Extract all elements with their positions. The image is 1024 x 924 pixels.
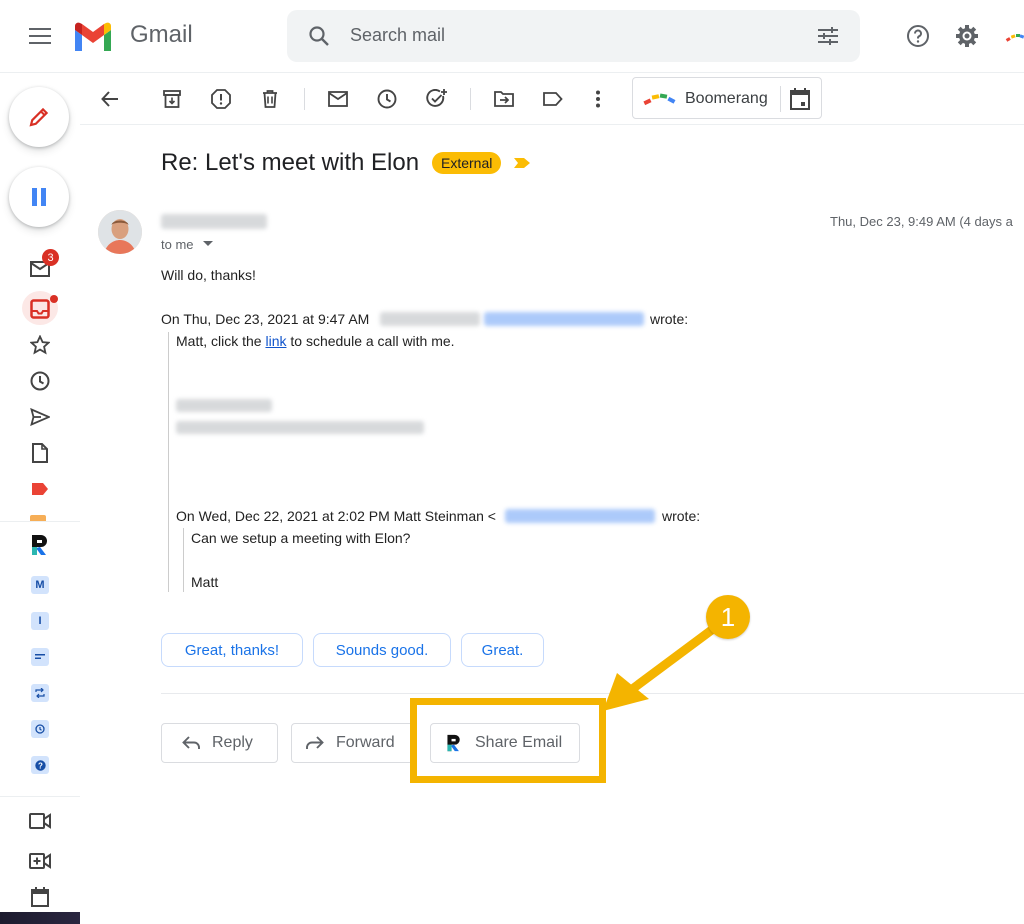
settings-icon[interactable] xyxy=(955,24,979,48)
clock-icon[interactable] xyxy=(28,369,52,393)
sidebar-divider-2 xyxy=(0,796,80,797)
toolbar-separator xyxy=(304,88,305,110)
archive-icon[interactable] xyxy=(160,87,184,111)
external-badge: External xyxy=(432,152,502,174)
smart-reply-great[interactable]: Great. xyxy=(461,633,544,667)
add-to-tasks-icon[interactable] xyxy=(425,87,449,111)
nested-quote-header-end: wrote: xyxy=(662,508,701,524)
reply-button[interactable]: Reply xyxy=(161,723,278,763)
extension-m-icon[interactable]: M xyxy=(31,576,49,594)
delete-icon[interactable] xyxy=(258,87,282,111)
extension-help-icon[interactable]: ? xyxy=(31,756,49,774)
quote-header-start: On Thu, Dec 23, 2021 at 9:47 AM xyxy=(161,311,370,327)
help-icon[interactable] xyxy=(906,24,930,48)
more-icon[interactable] xyxy=(586,87,610,111)
back-icon[interactable] xyxy=(98,87,122,111)
svg-text:?: ? xyxy=(38,761,43,770)
nested-email-redacted xyxy=(505,509,655,523)
inbox-icon xyxy=(28,297,52,321)
compose-button[interactable] xyxy=(9,87,69,147)
boomerang-label: Boomerang xyxy=(685,90,768,107)
draft-file-icon[interactable] xyxy=(28,441,52,465)
pencil-icon xyxy=(27,105,51,129)
quoted-email-redacted xyxy=(484,312,644,326)
boomerang-logo-icon xyxy=(643,88,677,108)
boomerang-separator xyxy=(780,86,781,112)
quote-border xyxy=(168,332,169,592)
forward-button[interactable]: Forward xyxy=(291,723,414,763)
message-date: Thu, Dec 23, 9:49 AM (4 days a xyxy=(830,214,1013,229)
smart-reply-great-thanks[interactable]: Great, thanks! xyxy=(161,633,303,667)
reply-icon xyxy=(182,736,202,750)
recipient-details[interactable]: to me xyxy=(161,237,194,252)
signature-name-redacted xyxy=(176,399,272,412)
share-email-extension-icon[interactable] xyxy=(28,533,52,557)
message-body: Will do, thanks! xyxy=(161,267,256,283)
smart-reply-sounds-good[interactable]: Sounds good. xyxy=(313,633,451,667)
labels-icon[interactable] xyxy=(541,87,565,111)
toolbar-separator-2 xyxy=(470,88,471,110)
nested-quote-header: On Wed, Dec 22, 2021 at 2:02 PM Matt Ste… xyxy=(176,508,496,524)
quote-header-end: wrote: xyxy=(650,311,689,327)
toolbar-divider xyxy=(80,124,1024,125)
quoted-sender-redacted xyxy=(380,312,480,326)
schedule-link[interactable]: link xyxy=(265,333,286,349)
extension-i-icon[interactable]: I xyxy=(31,612,49,630)
email-subject: Re: Let's meet with Elon xyxy=(161,149,420,176)
video-camera-icon[interactable] xyxy=(28,809,52,833)
pause-icon xyxy=(27,185,51,209)
quoted-line: Matt, click the link to schedule a call … xyxy=(176,333,455,349)
message-divider xyxy=(161,693,1024,694)
search-options-icon[interactable] xyxy=(816,24,840,48)
nested-quote-body: Can we setup a meeting with Elon? xyxy=(191,530,411,546)
importance-marker-icon[interactable] xyxy=(512,155,532,171)
unread-count-badge: 3 xyxy=(42,249,59,266)
extension-repeat-icon[interactable] xyxy=(31,684,49,702)
step-number-badge: 1 xyxy=(706,595,750,639)
sidebar-bottom-edge xyxy=(0,912,80,924)
reply-label: Reply xyxy=(212,734,253,751)
calendar-icon[interactable] xyxy=(28,885,52,909)
label-red-icon[interactable] xyxy=(28,477,52,501)
boomerang-calendar-icon[interactable] xyxy=(788,87,812,111)
notification-dot xyxy=(50,295,58,303)
chevron-down-icon[interactable] xyxy=(202,238,214,250)
forward-icon xyxy=(306,736,326,750)
sender-name-redacted xyxy=(161,214,267,229)
gmail-logo-icon[interactable] xyxy=(72,20,114,52)
boomerang-extension-icon[interactable] xyxy=(1004,26,1024,46)
search-icon[interactable] xyxy=(307,24,331,48)
extension-clock-icon[interactable] xyxy=(31,720,49,738)
search-input[interactable]: Search mail xyxy=(350,25,445,46)
new-meeting-icon[interactable] xyxy=(28,849,52,873)
nested-quote-signature: Matt xyxy=(191,574,219,590)
pause-inbox-button[interactable] xyxy=(9,167,69,227)
nested-quote-border xyxy=(183,528,184,592)
highlight-box xyxy=(410,698,606,783)
move-to-icon[interactable] xyxy=(492,87,516,111)
send-icon[interactable] xyxy=(28,405,52,429)
snooze-icon[interactable] xyxy=(375,87,399,111)
mark-unread-icon[interactable] xyxy=(326,87,350,111)
signature-title-redacted xyxy=(176,421,424,434)
main-menu-icon[interactable] xyxy=(28,24,52,48)
extension-notes-icon[interactable] xyxy=(31,648,49,666)
callout-arrow xyxy=(603,624,718,711)
star-icon[interactable] xyxy=(28,333,52,357)
forward-label: Forward xyxy=(336,734,395,751)
report-spam-icon[interactable] xyxy=(209,87,233,111)
sidebar-divider xyxy=(0,521,80,522)
app-name[interactable]: Gmail xyxy=(130,21,193,49)
sender-avatar[interactable] xyxy=(98,210,142,254)
